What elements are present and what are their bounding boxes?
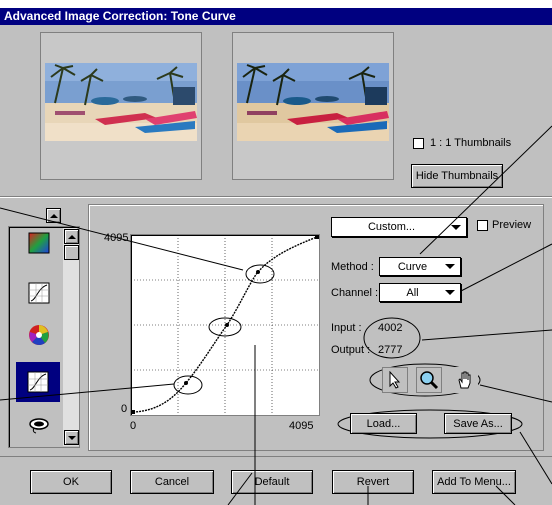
preset-value: Custom... <box>367 221 416 233</box>
hand-icon[interactable] <box>452 367 478 393</box>
after-thumbnail-frame <box>232 32 394 180</box>
top-strip <box>0 0 552 8</box>
before-thumbnail <box>45 63 197 141</box>
zoom-icon[interactable] <box>416 367 442 393</box>
preset-dropdown[interactable]: Custom... <box>331 217 467 237</box>
window-title: Advanced Image Correction: Tone Curve <box>0 8 552 25</box>
lasso-icon[interactable] <box>24 410 54 440</box>
curve-y-max-label: 4095 <box>104 232 129 244</box>
sidebar-scrollbar[interactable] <box>63 228 79 446</box>
curve-endpoint-low <box>131 410 135 414</box>
divider <box>0 456 552 457</box>
channel-dropdown[interactable]: All <box>379 283 461 302</box>
channel-value: All <box>406 286 419 299</box>
one-to-one-thumbnails-label: 1 : 1 Thumbnails <box>430 137 512 149</box>
tone-curve-icon[interactable] <box>24 278 54 308</box>
default-button[interactable]: Default <box>231 470 313 494</box>
sidebar-scroll-thumb[interactable] <box>64 245 79 260</box>
color-balance-icon[interactable] <box>24 228 54 258</box>
chevron-down-icon <box>445 264 455 269</box>
sidebar-scroll-up[interactable] <box>64 229 79 244</box>
after-thumbnail <box>237 63 389 141</box>
divider <box>0 197 552 198</box>
curve-y-min-label: 0 <box>121 403 128 415</box>
input-label: Input : <box>331 322 362 334</box>
tone-curve-selected-icon[interactable] <box>16 362 60 402</box>
method-dropdown[interactable]: Curve <box>379 257 461 276</box>
method-value: Curve <box>397 260 428 273</box>
chevron-down-icon <box>451 224 461 230</box>
curve-control-point <box>184 381 188 385</box>
sidebar-scroll-down[interactable] <box>64 430 79 445</box>
save-as-button[interactable]: Save As... <box>444 413 512 434</box>
curve-control-point <box>225 323 229 327</box>
chevron-down-icon <box>445 290 455 295</box>
cancel-button[interactable]: Cancel <box>130 470 214 494</box>
preview-label: Preview <box>492 219 532 231</box>
hide-thumbnails-button[interactable]: Hide Thumbnails <box>411 164 503 188</box>
preview-checkbox[interactable] <box>477 220 488 231</box>
curve-control-point <box>256 270 260 274</box>
tone-curve-graph[interactable] <box>130 234 320 416</box>
load-button[interactable]: Load... <box>350 413 417 434</box>
add-to-menu-button[interactable]: Add To Menu... <box>432 470 516 494</box>
ok-button[interactable]: OK <box>30 470 112 494</box>
one-to-one-thumbnails-checkbox[interactable] <box>413 138 424 149</box>
before-thumbnail-frame <box>40 32 202 180</box>
pointer-icon[interactable] <box>382 367 408 393</box>
revert-button[interactable]: Revert <box>332 470 414 494</box>
color-wheel-icon[interactable] <box>24 320 54 350</box>
callout-oval <box>363 317 421 359</box>
curve-x-min-label: 0 <box>130 420 137 432</box>
method-label: Method : <box>331 261 374 273</box>
curve-x-max-label: 4095 <box>289 420 314 432</box>
channel-label: Channel : <box>331 287 379 299</box>
tone-curve-window: Advanced Image Correction: Tone Curve 1 … <box>0 0 552 505</box>
sidebar-collapse-button[interactable] <box>46 208 61 223</box>
curve-endpoint-high <box>315 235 319 239</box>
